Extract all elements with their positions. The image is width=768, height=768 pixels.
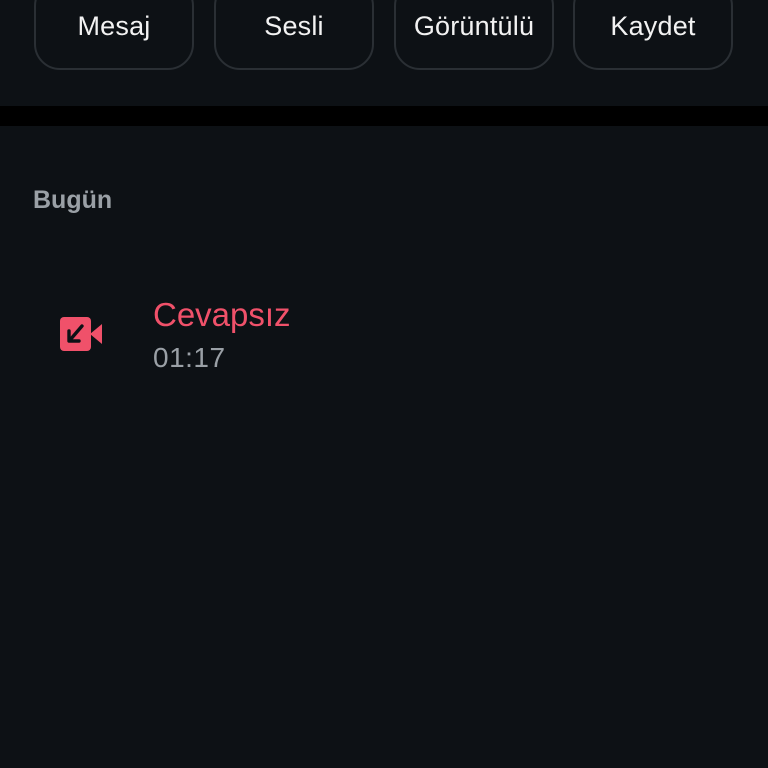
call-status: Cevapsız [153,296,291,333]
section-divider [0,106,768,126]
save-button[interactable]: Kaydet [573,0,733,70]
video-call-button-label: Görüntülü [413,11,535,41]
message-button-label: Mesaj [77,11,151,41]
call-details-screen: Mesaj Sesli Görüntülü Kaydet Bugün Cevap… [0,0,768,768]
save-button-label: Kaydet [610,11,696,41]
section-title-today: Bugün [33,186,113,214]
message-button[interactable]: Mesaj [34,0,194,70]
missed-video-call-icon [60,317,102,351]
call-log-item[interactable]: Cevapsız 01:17 [0,270,768,400]
voice-call-button[interactable]: Sesli [214,0,374,70]
voice-call-button-label: Sesli [264,11,324,41]
call-time: 01:17 [153,342,226,373]
video-call-button[interactable]: Görüntülü [394,0,554,70]
action-bar: Mesaj Sesli Görüntülü Kaydet [0,0,768,106]
